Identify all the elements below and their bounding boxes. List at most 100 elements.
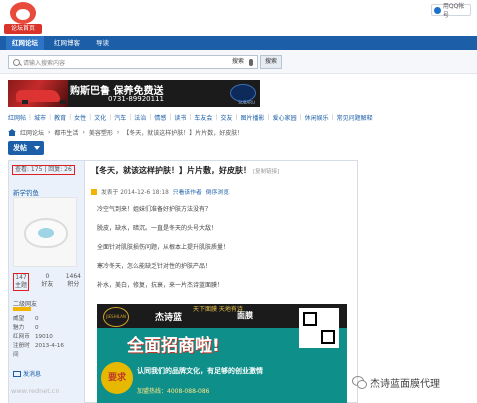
stat-topics[interactable]: 147 主题 xyxy=(13,273,30,291)
category-separator: | xyxy=(189,113,192,121)
category-link[interactable]: 交友 xyxy=(220,113,232,122)
user-stats: 147 主题 0 好友 1464 积分 xyxy=(13,273,81,291)
top-nav: 红网论坛 红网博客 导读 xyxy=(0,36,477,50)
post-body: 冷空气到来！姐妹们准备好护肤方法没有？ 脱皮，缺水，暗沉。一直是冬天的头号大敌！… xyxy=(97,205,347,300)
home-icon[interactable] xyxy=(8,128,16,136)
category-link[interactable]: 女性 xyxy=(74,113,86,122)
category-separator: | xyxy=(129,113,132,121)
info-row: 威望 0 xyxy=(13,316,39,322)
mail-icon xyxy=(13,370,21,377)
category-separator: | xyxy=(169,113,172,121)
ad-tagline: 天下面膜 天地有诗 xyxy=(193,306,243,313)
wechat-account-name: 杰诗蓝面膜代理 xyxy=(370,378,440,390)
author-name[interactable]: 新学钓鱼 xyxy=(13,187,39,197)
jieshilan-ad-image: JIESHILAN 杰诗蓝 天下面膜 天地有诗 面膜 全面招商啦! 要求 认同我… xyxy=(97,304,347,403)
qq-login-label: 用QQ帐号 xyxy=(442,3,465,19)
jieshilan-logo: JIESHILAN xyxy=(103,307,129,327)
send-message-link[interactable]: 发消息 xyxy=(13,369,41,378)
info-row: 红网币 19010 xyxy=(13,334,53,340)
search-scope-select[interactable]: 搜索 xyxy=(232,55,252,69)
post-title: 【冬天，就该这样护肤！】片片敷，好皮肤！ [复制链接] xyxy=(91,166,280,175)
category-link[interactable]: 城市 xyxy=(34,113,46,122)
chevron-down-icon xyxy=(34,146,40,150)
copy-link[interactable]: [复制链接] xyxy=(253,169,279,175)
category-link[interactable]: 爱心家园 xyxy=(273,113,297,122)
category-link[interactable]: 读书 xyxy=(174,113,186,122)
new-post-label: 发帖 xyxy=(13,144,27,152)
post-paragraph: 冷空气到来！姐妹们准备好护肤方法没有？ xyxy=(97,206,212,213)
search-button[interactable]: 搜索 xyxy=(260,55,282,69)
search-icon xyxy=(13,58,20,66)
tab-blog[interactable]: 红网博客 xyxy=(48,36,86,50)
category-separator: | xyxy=(331,113,334,121)
new-post-button[interactable]: 发帖 xyxy=(8,141,44,155)
author-only-link[interactable]: 只看该作者 xyxy=(173,187,202,196)
subaru-banner-ad[interactable]: 购斯巴鲁 保养免费送 0731-89920111 SUBARU xyxy=(8,80,260,107)
category-separator: | xyxy=(89,113,92,121)
category-bar: 红网帖 | 城市 | 教育 | 女性 | 文化 | 汽车 | 法治 | 情感 | 读书 | 车友会 | 交友 | 图片播影 |… xyxy=(0,111,477,123)
category-link[interactable]: 休闲娱乐 xyxy=(305,113,329,122)
ad-badge: 要求 xyxy=(101,362,133,394)
ad-headline: 全面招商啦! xyxy=(127,336,220,356)
post-paragraph: 脱皮，缺水，暗沉。一直是冬天的头号大敌！ xyxy=(97,225,218,232)
avatar-image xyxy=(24,218,68,248)
stat-points[interactable]: 1464 积分 xyxy=(66,273,81,291)
category-separator: | xyxy=(149,113,152,121)
post-paragraph: 全面针对肌肤损伤问题，从根本上提升肌肤质量！ xyxy=(97,244,230,251)
site-watermark: www.rednet.cn xyxy=(11,387,60,395)
wechat-icon xyxy=(352,376,367,389)
post-meta: 发表于 2014-12-6 18:18 只看该作者 倒序浏览 xyxy=(91,187,229,196)
post-date: 发表于 2014-12-6 18:18 xyxy=(101,190,169,196)
reverse-order-link[interactable]: 倒序浏览 xyxy=(206,187,229,196)
breadcrumb-item[interactable]: 红网论坛 xyxy=(20,128,44,137)
wechat-watermark: 杰诗蓝面膜代理 xyxy=(352,372,474,392)
category-link[interactable]: 汽车 xyxy=(114,113,126,122)
post-main: 【冬天，就该这样护肤！】片片敷，好皮肤！ [复制链接] 发表于 2014-12-6… xyxy=(87,161,357,403)
author-sidebar: 查看: 175 | 回复: 26 新学钓鱼 147 主题 0 好友 1464 积… xyxy=(9,161,85,403)
info-row: 注册时间 2013-4-16 xyxy=(13,343,64,358)
category-link[interactable]: 常见问题解释 xyxy=(337,113,373,122)
ad-hotline: 加盟热线：4008-088-086 xyxy=(137,388,210,395)
category-link[interactable]: 车友会 xyxy=(194,113,212,122)
category-separator: | xyxy=(69,113,72,121)
breadcrumb-item[interactable]: 美容塑形 xyxy=(89,128,113,137)
post-paragraph: 寒冷冬天，怎么能缺乏针对性的护肤产品！ xyxy=(97,263,212,270)
info-row: 魅力 0 xyxy=(13,325,39,331)
banner-phone: 0731-89920111 xyxy=(108,95,164,103)
category-link[interactable]: 教育 xyxy=(54,113,66,122)
category-separator: | xyxy=(109,113,112,121)
search-input[interactable]: 请输入搜索内容 xyxy=(8,55,258,69)
tab-guide[interactable]: 导读 xyxy=(90,36,115,50)
header: 论坛首页 用QQ帐号 xyxy=(0,0,477,36)
qq-icon xyxy=(434,6,441,14)
logo-label: 论坛首页 xyxy=(4,24,42,34)
ad-slogan: 认同我们的品牌文化，有足够的创业激情 xyxy=(137,367,263,375)
category-link[interactable]: 情感 xyxy=(154,113,166,122)
tab-forum[interactable]: 红网论坛 xyxy=(6,36,44,50)
category-link[interactable]: 图片播影 xyxy=(241,113,265,122)
user-info-list: 威望 0 魅力 0 红网币 19010 注册时间 2013-4-16 xyxy=(13,315,83,360)
breadcrumb-item[interactable]: 【冬天，就该这样护肤！】片片数，好皮肤！ xyxy=(123,128,243,137)
forum-logo[interactable]: 论坛首页 xyxy=(4,2,42,34)
category-separator: | xyxy=(49,113,52,121)
category-separator: | xyxy=(299,113,302,121)
breadcrumb: 红网论坛 › 都市生活 › 美容塑形 › 【冬天，就该这样护肤！】片片数，好皮肤… xyxy=(0,126,477,138)
category-link[interactable]: 红网帖 xyxy=(8,113,26,122)
mascot-icon xyxy=(10,2,36,24)
ad-brand-name: 杰诗蓝 xyxy=(155,313,183,323)
avatar[interactable] xyxy=(13,197,77,267)
car-image xyxy=(8,80,68,107)
category-separator: | xyxy=(267,113,270,121)
category-link[interactable]: 法治 xyxy=(134,113,146,122)
qq-login-button[interactable]: 用QQ帐号 xyxy=(431,3,471,19)
search-placeholder: 请输入搜索内容 xyxy=(23,59,66,67)
stat-friends[interactable]: 0 好友 xyxy=(41,273,53,291)
online-status-icon xyxy=(91,188,97,195)
category-link[interactable]: 文化 xyxy=(94,113,106,122)
search-row: 请输入搜索内容 搜索 搜索 xyxy=(0,50,477,74)
qr-code-icon xyxy=(299,308,339,348)
category-separator: | xyxy=(215,113,218,121)
breadcrumb-item[interactable]: 都市生活 xyxy=(54,128,78,137)
level-star-bar xyxy=(13,307,31,311)
post-paragraph: 补水，美白，修复，抗衰，来一片杰诗蓝面膜！ xyxy=(97,282,224,289)
